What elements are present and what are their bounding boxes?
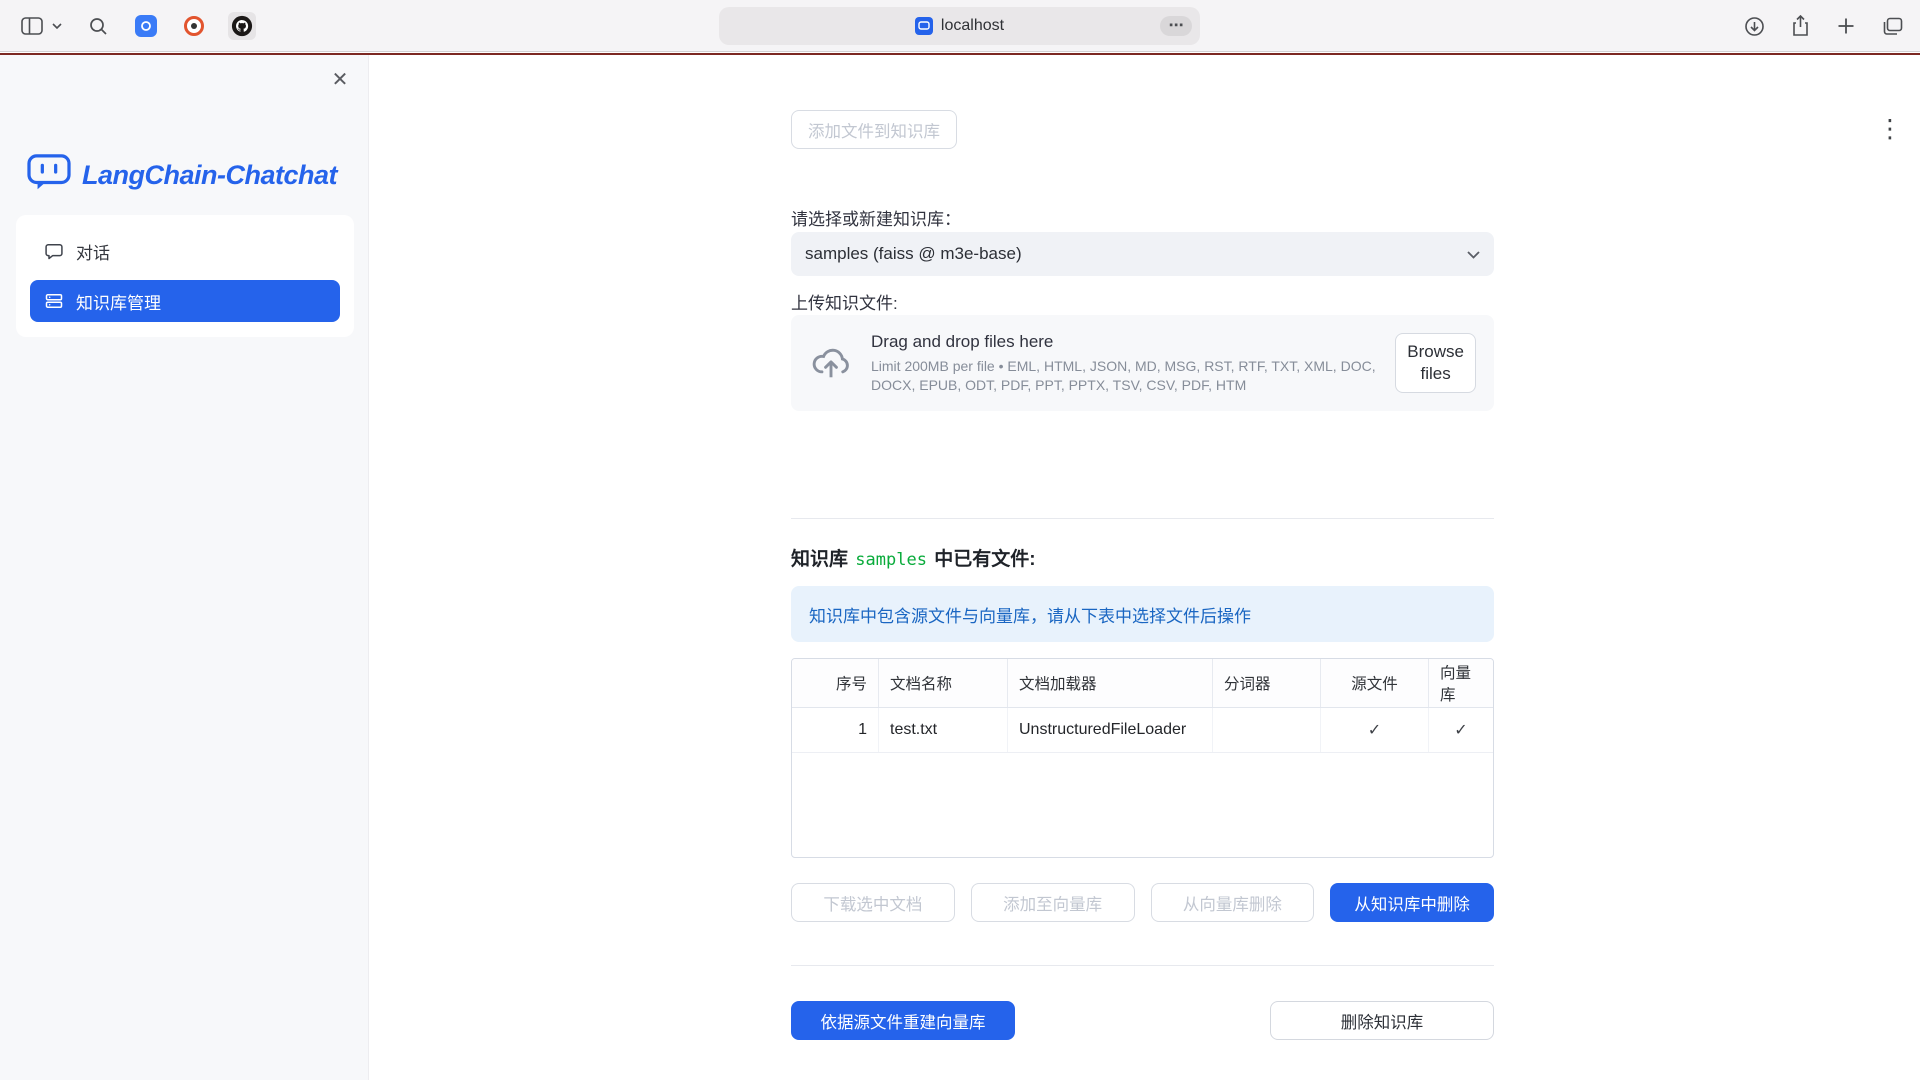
page-settings-icon[interactable]: ⋯ (1160, 16, 1192, 36)
logo-text: LangChain-Chatchat (82, 160, 337, 191)
cell-loader[interactable]: UnstructuredFileLoader (1008, 708, 1213, 752)
browse-files-button[interactable]: Browse files (1395, 333, 1476, 393)
search-icon[interactable] (84, 12, 112, 40)
site-favicon (915, 17, 933, 35)
sidebar-item-dialogue[interactable]: 对话 (30, 230, 340, 272)
upload-label: 上传知识文件: (791, 289, 1494, 314)
sidebar-toggle-icon[interactable] (18, 12, 46, 40)
col-header-sourcefile[interactable]: 源文件 (1321, 659, 1429, 707)
delete-kb-button[interactable]: 删除知识库 (1270, 1001, 1494, 1040)
share-icon[interactable] (1786, 12, 1814, 40)
table-header-row: 序号 文档名称 文档加载器 分词器 源文件 向量库 (792, 659, 1493, 708)
sidebar-item-label: 对话 (76, 239, 110, 264)
cell-vectorstore-check[interactable]: ✓ (1429, 708, 1493, 752)
extension-icon-blue[interactable] (132, 12, 160, 40)
page-theme-line (0, 53, 1920, 55)
kb-select-value: samples (faiss @ m3e-base) (805, 244, 1467, 264)
heading-prefix: 知识库 (791, 549, 853, 570)
col-header-index[interactable]: 序号 (792, 659, 879, 707)
screen: localhost ⋯ (0, 0, 1920, 1080)
chat-icon (44, 241, 64, 261)
sidebar-item-label: 知识库管理 (76, 289, 161, 314)
cell-docname[interactable]: test.txt (879, 708, 1008, 752)
table-row[interactable]: 1 test.txt UnstructuredFileLoader ✓ ✓ (792, 708, 1493, 753)
kb-bottom-buttons: 依据源文件重建向量库 删除知识库 (791, 1001, 1494, 1040)
knowledge-base-icon (44, 291, 64, 311)
add-files-to-kb-button[interactable]: 添加文件到知识库 (791, 110, 957, 149)
new-tab-icon[interactable] (1832, 12, 1860, 40)
col-header-splitter[interactable]: 分词器 (1213, 659, 1321, 707)
github-icon[interactable] (228, 12, 256, 40)
kb-selectbox[interactable]: samples (faiss @ m3e-base) (791, 232, 1494, 276)
cell-sourcefile-check[interactable]: ✓ (1321, 708, 1429, 752)
app-menu-icon[interactable]: ⋮ (1876, 115, 1904, 143)
sidebar-chevron-icon[interactable] (50, 12, 64, 40)
col-header-loader[interactable]: 文档加载器 (1008, 659, 1213, 707)
file-dropzone[interactable]: Drag and drop files here Limit 200MB per… (791, 315, 1494, 411)
dropzone-hint: Limit 200MB per file • EML, HTML, JSON, … (871, 357, 1377, 395)
browser-toolbar: localhost ⋯ (0, 0, 1920, 52)
kb-files-heading: 知识库 samples 中已有文件: (791, 544, 1494, 571)
cell-index[interactable]: 1 (792, 708, 879, 752)
col-header-docname[interactable]: 文档名称 (879, 659, 1008, 707)
kb-name-code: samples (853, 550, 929, 570)
logo-icon (26, 153, 72, 198)
app-area: ✕ LangChain-Chatchat (0, 55, 1920, 1080)
sidebar-menu: 对话 知识库管理 (16, 215, 354, 337)
cell-splitter[interactable] (1213, 708, 1321, 752)
dropzone-title: Drag and drop files here (871, 332, 1377, 352)
sidebar: ✕ LangChain-Chatchat (0, 55, 369, 1080)
close-sidebar-icon[interactable]: ✕ (328, 67, 352, 91)
delete-from-vectorstore-button[interactable]: 从向量库删除 (1151, 883, 1315, 922)
info-alert: 知识库中包含源文件与向量库，请从下表中选择文件后操作 (791, 586, 1494, 642)
chevron-down-icon (1467, 244, 1480, 264)
info-alert-text: 知识库中包含源文件与向量库，请从下表中选择文件后操作 (809, 602, 1251, 627)
kb-select-label: 请选择或新建知识库： (791, 205, 1494, 230)
files-table: 序号 文档名称 文档加载器 分词器 源文件 向量库 1 test.txt Uns… (791, 658, 1494, 858)
add-to-vectorstore-button[interactable]: 添加至向量库 (971, 883, 1135, 922)
extension-icon-orange[interactable] (180, 12, 208, 40)
address-bar[interactable]: localhost ⋯ (719, 7, 1200, 45)
downloads-icon[interactable] (1740, 12, 1768, 40)
url-text: localhost (941, 17, 1004, 35)
cloud-upload-icon (809, 342, 853, 385)
divider (791, 518, 1494, 519)
heading-suffix: 中已有文件: (929, 549, 1036, 570)
rebuild-vectorstore-button[interactable]: 依据源文件重建向量库 (791, 1001, 1015, 1040)
delete-from-kb-button[interactable]: 从知识库中删除 (1330, 883, 1494, 922)
app-logo: LangChain-Chatchat (26, 153, 337, 198)
download-selected-button[interactable]: 下载选中文档 (791, 883, 955, 922)
col-header-vectorstore[interactable]: 向量库 (1429, 659, 1493, 707)
divider (791, 965, 1494, 966)
file-action-buttons: 下载选中文档 添加至向量库 从向量库删除 从知识库中删除 (791, 883, 1494, 922)
main-content: 请选择或新建知识库： samples (faiss @ m3e-base) 上传… (791, 110, 1494, 1080)
tab-overview-icon[interactable] (1878, 12, 1906, 40)
sidebar-item-kb-management[interactable]: 知识库管理 (30, 280, 340, 322)
